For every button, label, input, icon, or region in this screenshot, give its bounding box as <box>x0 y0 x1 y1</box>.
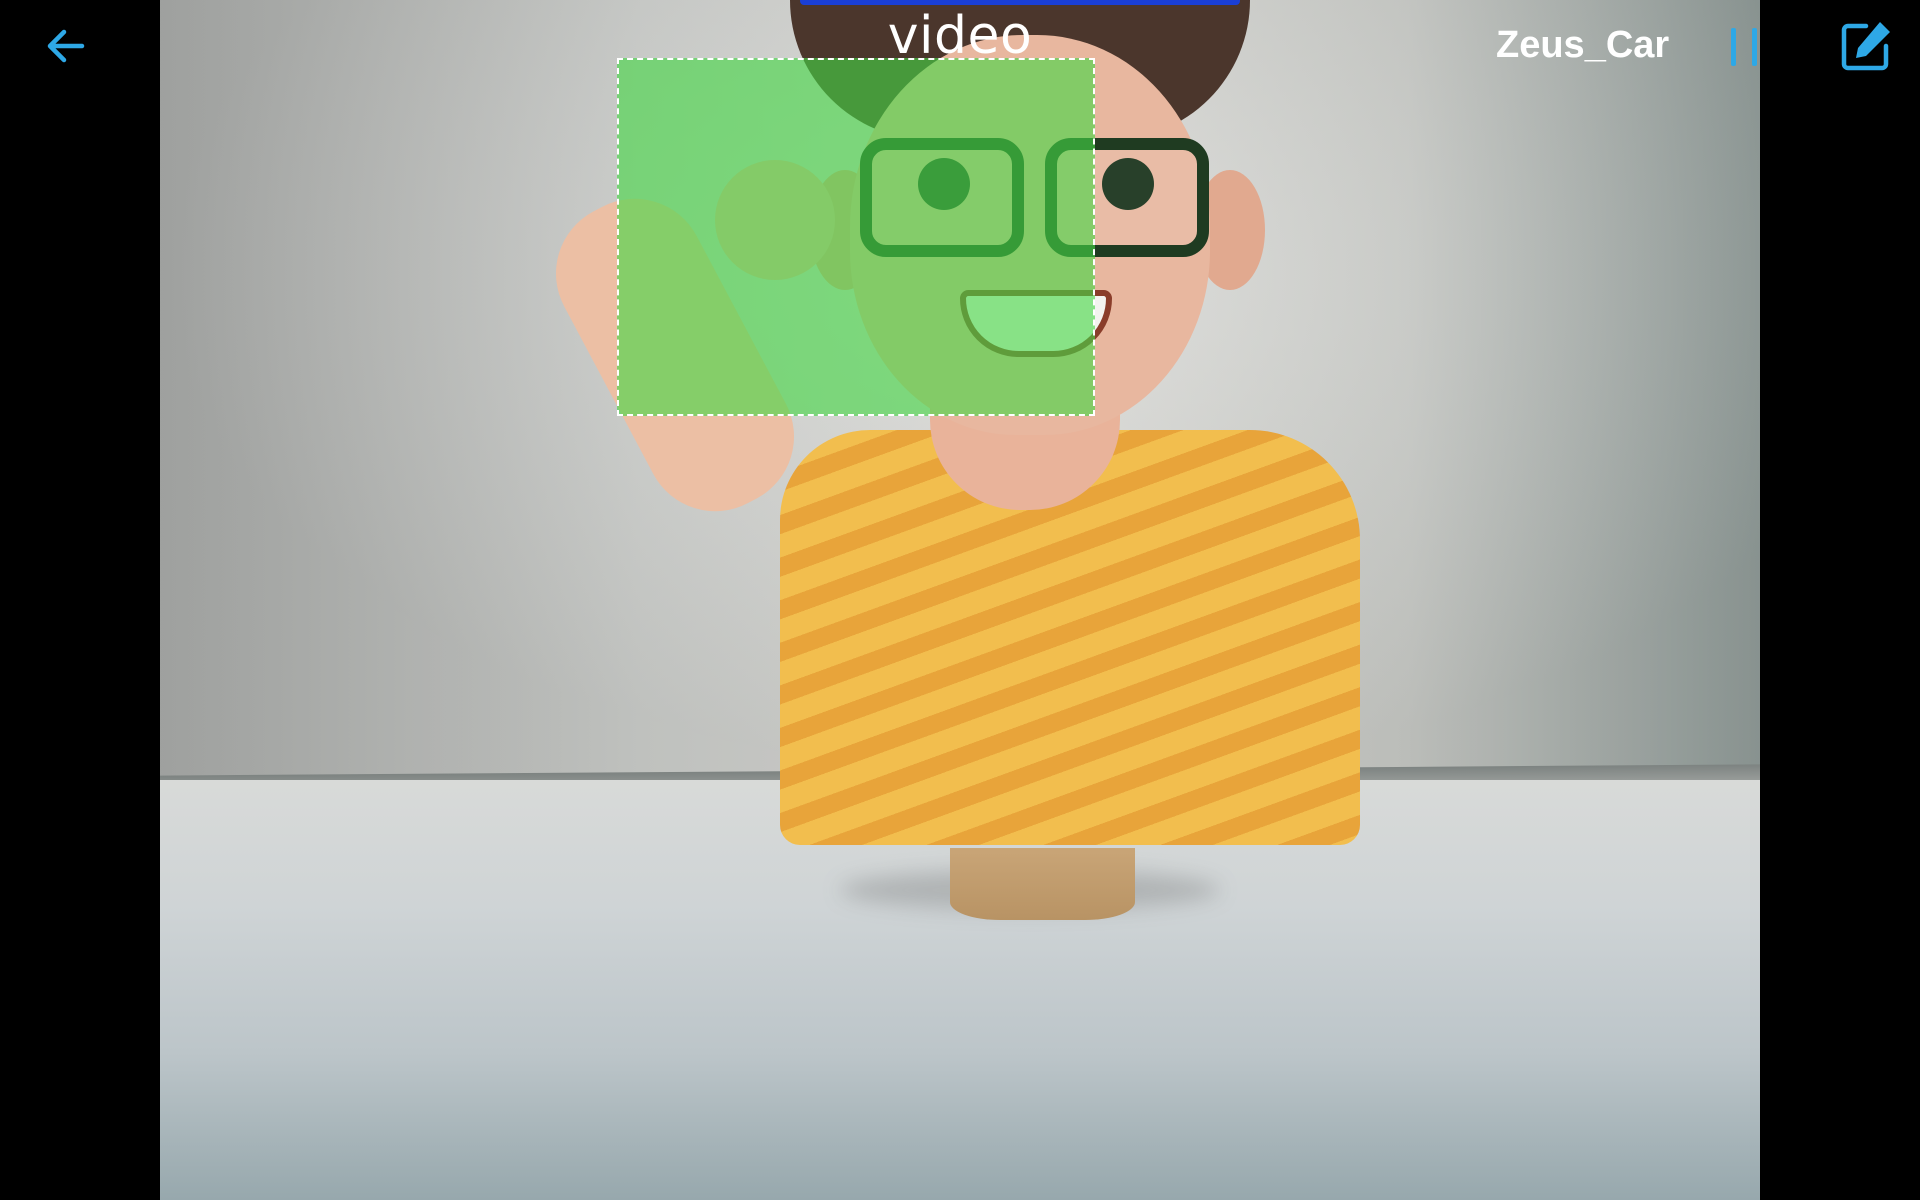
edit-icon <box>1841 22 1890 71</box>
figure-stand <box>950 848 1135 920</box>
video-title: video <box>887 6 1033 66</box>
pause-icon <box>1731 28 1757 66</box>
top-accent-bar <box>800 0 1240 5</box>
pause-button[interactable] <box>1728 24 1762 70</box>
arrow-left-icon <box>47 29 85 63</box>
face-detection-box <box>617 58 1095 416</box>
figure-eye-right <box>1102 158 1154 210</box>
edit-button[interactable] <box>1838 18 1894 74</box>
device-name: Zeus_Car <box>1496 24 1670 66</box>
back-button[interactable] <box>42 22 90 70</box>
